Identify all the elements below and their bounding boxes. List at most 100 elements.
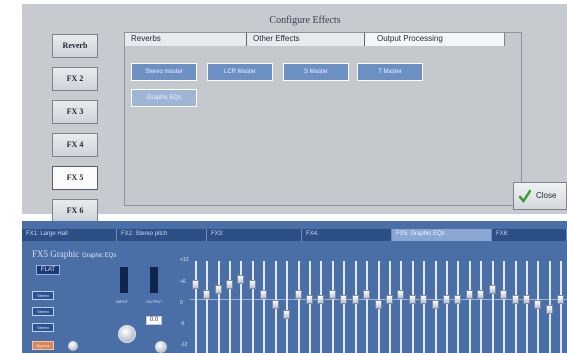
eq-band-track	[492, 261, 494, 353]
effects-tab-bar: Reverbs Other Effects Output Processing	[125, 33, 505, 46]
eq-band-fader[interactable]	[192, 280, 199, 289]
trim-knob[interactable]	[68, 341, 78, 351]
eq-band-track	[560, 261, 562, 353]
s-master-button[interactable]: S Master	[283, 63, 349, 81]
eq-band-track	[503, 261, 505, 353]
eq-band-fader[interactable]	[454, 295, 461, 304]
eq-band-fader[interactable]	[500, 290, 507, 299]
eq-band-fader[interactable]	[249, 280, 256, 289]
eq-band-fader[interactable]	[409, 295, 416, 304]
fx-slot-3-button[interactable]: FX 3	[52, 100, 98, 124]
close-button-label: Close	[536, 191, 557, 200]
eq-band-fader[interactable]	[215, 285, 222, 294]
eq-band-fader[interactable]	[352, 295, 359, 304]
fx-rack-strip: FX1: Large Hall FX2: Stereo pitch FX3: F…	[22, 229, 567, 241]
eq-band-fader[interactable]	[386, 295, 393, 304]
eq-band-track	[263, 261, 265, 353]
eq-band-track	[412, 261, 414, 353]
eq-band-track	[206, 261, 208, 353]
eq-band-fader[interactable]	[237, 275, 244, 284]
lcr-master-button[interactable]: LCR Master	[207, 63, 273, 81]
gain-value-field[interactable]: 0.0	[146, 316, 162, 325]
eq-band-fader[interactable]	[317, 295, 324, 304]
scale-label-top: +12	[180, 257, 189, 263]
eq-band-track	[400, 261, 402, 353]
processor-header: FX5 Graphic	[32, 249, 80, 259]
stereo-master-button[interactable]: Stereo master	[131, 63, 197, 81]
eq-band-fader[interactable]	[512, 295, 519, 304]
eq-band-fader[interactable]	[272, 300, 279, 309]
eq-band-fader[interactable]	[557, 295, 564, 304]
eq-band-track	[446, 261, 448, 353]
eq-band-fader[interactable]	[306, 295, 313, 304]
eq-band-fader[interactable]	[375, 300, 382, 309]
fx-slot-5-button[interactable]: FX 5	[52, 166, 98, 190]
eq-band-track	[355, 261, 357, 353]
eq-band-track	[389, 261, 391, 353]
scale-label-bottom: -12	[180, 342, 188, 348]
eq-band-fader[interactable]	[432, 300, 439, 309]
eq-band-fader[interactable]	[226, 280, 233, 289]
strip-tab-fx3[interactable]: FX3:	[207, 229, 302, 241]
eq-band-fader[interactable]	[295, 290, 302, 299]
side-button-1[interactable]: Stereo	[32, 291, 54, 300]
eq-band-fader[interactable]	[534, 300, 541, 309]
strip-tab-fx6[interactable]: FX6:	[492, 229, 567, 241]
side-button-2[interactable]: Stereo	[32, 307, 54, 316]
eq-band-fader[interactable]	[546, 305, 553, 314]
flat-button[interactable]: FLAT	[36, 265, 60, 275]
eq-band-track	[320, 261, 322, 353]
eq-band-fader[interactable]	[283, 310, 290, 319]
eq-band-fader[interactable]	[420, 295, 427, 304]
input-meter	[120, 267, 128, 293]
eq-band-fader[interactable]	[523, 295, 530, 304]
eq-band-track	[423, 261, 425, 353]
eq-band-fader[interactable]	[443, 295, 450, 304]
eq-band-fader[interactable]	[489, 285, 496, 294]
scale-label-4: -6	[180, 321, 185, 327]
eq-band-track	[229, 261, 231, 353]
fx-slot-6-button[interactable]: FX 6	[52, 199, 98, 223]
eq-band-fader[interactable]	[477, 290, 484, 299]
effects-panel: Reverbs Other Effects Output Processing …	[124, 32, 522, 206]
output-knob[interactable]	[155, 341, 167, 353]
eq-band-fader[interactable]	[397, 290, 404, 299]
fx-slot-4-button[interactable]: FX 4	[52, 133, 98, 157]
fx-slot-reverb-button[interactable]: Reverb	[52, 34, 98, 58]
strip-tab-fx5[interactable]: FX5: Graphic EQs	[392, 229, 492, 241]
graphic-eq-label: Graphic EQs	[82, 253, 117, 259]
strip-tab-fx4[interactable]: FX4:	[302, 229, 392, 241]
input-meter-label: INPUT	[116, 299, 128, 304]
tab-reverbs[interactable]: Reverbs	[125, 33, 247, 46]
eq-band-track	[252, 261, 254, 353]
gain-knob[interactable]	[118, 325, 136, 343]
fx-slot-2-button[interactable]: FX 2	[52, 67, 98, 91]
eq-band-fader[interactable]	[466, 290, 473, 299]
graphic-eqs-button[interactable]: Graphic EQs	[131, 89, 197, 107]
output-meter-label: OUTPUT	[146, 299, 163, 304]
checkmark-icon	[519, 189, 531, 203]
strip-tab-fx2[interactable]: FX2: Stereo pitch	[117, 229, 207, 241]
configure-effects-dialog: Configure Effects Reverb FX 2 FX 3 FX 4 …	[22, 4, 567, 223]
eq-band-fader-area	[190, 255, 567, 353]
t-master-button[interactable]: T Master	[357, 63, 423, 81]
dialog-title: Configure Effects	[269, 15, 341, 26]
bypass-button[interactable]: Bypass	[32, 341, 54, 350]
eq-band-track	[195, 261, 197, 353]
tab-other-effects[interactable]: Other Effects	[247, 33, 365, 46]
output-meter	[150, 267, 158, 293]
eq-band-fader[interactable]	[340, 295, 347, 304]
strip-tab-fx1[interactable]: FX1: Large Hall	[22, 229, 117, 241]
eq-band-track	[457, 261, 459, 353]
eq-band-fader[interactable]	[260, 290, 267, 299]
eq-band-track	[526, 261, 528, 353]
tab-output-processing[interactable]: Output Processing	[365, 33, 505, 46]
eq-band-track	[298, 261, 300, 353]
eq-band-track	[515, 261, 517, 353]
eq-band-fader[interactable]	[329, 290, 336, 299]
close-button[interactable]: Close	[513, 182, 567, 210]
eq-band-fader[interactable]	[203, 290, 210, 299]
eq-band-track	[343, 261, 345, 353]
eq-band-fader[interactable]	[363, 290, 370, 299]
side-button-3[interactable]: Stereo	[32, 323, 54, 332]
